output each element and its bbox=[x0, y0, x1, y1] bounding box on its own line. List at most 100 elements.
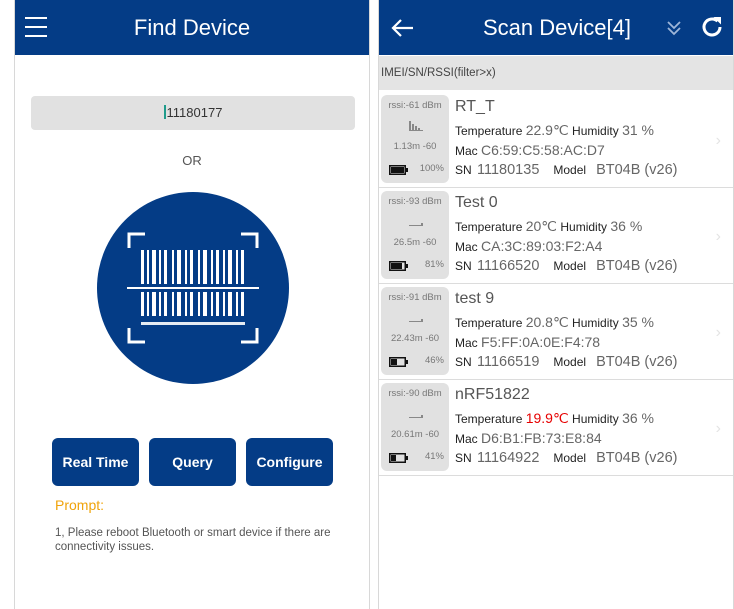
prompt-title: Prompt: bbox=[55, 497, 105, 513]
humidity-value: 36 % bbox=[622, 410, 654, 426]
temperature-humidity-line: Temperature 20.8℃ Humidity 35 % bbox=[455, 314, 654, 331]
battery-percent: 81% bbox=[424, 259, 444, 270]
rssi-value: rssi:-91 dBm bbox=[388, 292, 442, 303]
prompt-text: 1, Please reboot Bluetooth or smart devi… bbox=[55, 527, 331, 553]
text-cursor bbox=[163, 105, 166, 119]
rssi-value: rssi:-90 dBm bbox=[388, 388, 442, 399]
battery-icon bbox=[389, 453, 408, 463]
device-id-value: 11180177 bbox=[166, 105, 223, 120]
battery-percent: 46% bbox=[424, 355, 444, 366]
mac-line: Mac CA:3C:89:03:F2:A4 bbox=[455, 238, 602, 254]
sn-value: 11164922 bbox=[477, 450, 540, 466]
scan-device-screen: Scan Device[4] IMEI/SN/RSSI(filter>x) rs… bbox=[378, 0, 734, 609]
mac-line: Mac F5:FF:0A:0E:F4:78 bbox=[455, 334, 600, 350]
device-card[interactable]: rssi:-61 dBm 1.13m -60 100% RT_T Temperature… bbox=[379, 92, 733, 188]
signal-info-box: rssi:-93 dBm 26.5m -60 81% bbox=[381, 191, 449, 279]
query-button[interactable]: Query bbox=[149, 438, 236, 486]
sn-value: 11166520 bbox=[477, 258, 540, 274]
temperature-humidity-line: Temperature 19.9℃ Humidity 36 % bbox=[455, 410, 654, 427]
signal-info-box: rssi:-61 dBm 1.13m -60 100% bbox=[381, 95, 449, 183]
distance-value: 20.61m -60 bbox=[390, 429, 440, 440]
humidity-label: Humidity bbox=[560, 220, 608, 234]
scan-barcode-button[interactable] bbox=[97, 192, 289, 384]
distance-value: 26.5m -60 bbox=[393, 237, 437, 248]
battery-percent: 41% bbox=[424, 451, 444, 462]
humidity-value: 35 % bbox=[622, 314, 654, 330]
mac-label: Mac bbox=[455, 336, 478, 350]
device-name: RT_T bbox=[455, 98, 495, 115]
sn-label: SN bbox=[455, 163, 472, 177]
mac-value: F5:FF:0A:0E:F4:78 bbox=[481, 334, 601, 350]
weak-signal-icon bbox=[409, 319, 423, 322]
weak-signal-icon bbox=[409, 415, 423, 418]
temperature-humidity-line: Temperature 20℃ Humidity 36 % bbox=[455, 218, 642, 235]
model-label: Model bbox=[553, 451, 587, 465]
mac-line: Mac C6:59:C5:58:AC:D7 bbox=[455, 142, 605, 158]
sn-model-line: SN 11180135 Model BT04B (v26) bbox=[455, 162, 677, 178]
temperature-label: Temperature bbox=[455, 412, 523, 426]
model-value: BT04B (v26) bbox=[596, 354, 678, 370]
mac-label: Mac bbox=[455, 144, 478, 158]
sn-model-line: SN 11166520 Model BT04B (v26) bbox=[455, 258, 677, 274]
double-chevron-down-icon[interactable] bbox=[665, 18, 683, 38]
humidity-value: 36 % bbox=[610, 218, 643, 234]
model-label: Model bbox=[553, 259, 587, 273]
mac-label: Mac bbox=[455, 240, 478, 254]
mac-value: D6:B1:FB:73:E8:84 bbox=[481, 430, 602, 446]
battery-icon bbox=[389, 165, 408, 175]
chevron-right-icon: › bbox=[715, 420, 721, 437]
rssi-value: rssi:-61 dBm bbox=[388, 100, 442, 111]
mac-label: Mac bbox=[455, 432, 478, 446]
barcode-scan-icon bbox=[127, 232, 259, 344]
weak-signal-icon bbox=[409, 223, 423, 226]
find-device-app-bar: Find Device bbox=[15, 0, 369, 55]
model-value: BT04B (v26) bbox=[596, 450, 678, 466]
temperature-label: Temperature bbox=[455, 316, 523, 330]
device-name: Test 0 bbox=[455, 194, 498, 211]
signal-info-box: rssi:-91 dBm 22.43m -60 46% bbox=[381, 287, 449, 375]
device-card[interactable]: rssi:-91 dBm 22.43m -60 46% test 9 Temperatu… bbox=[379, 284, 733, 380]
temperature-label: Temperature bbox=[455, 220, 523, 234]
mac-value: C6:59:C5:58:AC:D7 bbox=[481, 142, 605, 158]
sn-value: 11180135 bbox=[477, 162, 540, 178]
device-card[interactable]: rssi:-90 dBm 20.61m -60 41% nRF51822 Tempera… bbox=[379, 380, 733, 476]
rssi-value: rssi:-93 dBm bbox=[388, 196, 442, 207]
real-time-button[interactable]: Real Time bbox=[52, 438, 139, 486]
device-card[interactable]: rssi:-93 dBm 26.5m -60 81% Test 0 Temperatur… bbox=[379, 188, 733, 284]
temperature-label: Temperature bbox=[455, 124, 523, 138]
humidity-value: 31 % bbox=[622, 122, 654, 138]
find-device-title: Find Device bbox=[133, 15, 251, 40]
model-label: Model bbox=[553, 355, 587, 369]
distance-value: 1.13m -60 bbox=[393, 141, 437, 152]
battery-icon bbox=[389, 261, 408, 271]
temperature-value: 22.9℃ bbox=[525, 122, 569, 138]
or-label: OR bbox=[182, 153, 202, 168]
device-name: test 9 bbox=[455, 290, 495, 307]
model-label: Model bbox=[553, 163, 587, 177]
temperature-value: 20℃ bbox=[525, 218, 558, 234]
battery-icon bbox=[389, 357, 408, 367]
temperature-value: 20.8℃ bbox=[525, 314, 569, 330]
find-device-screen: Find Device 11180177 OR Real Time Query … bbox=[14, 0, 370, 609]
sn-model-line: SN 11166519 Model BT04B (v26) bbox=[455, 354, 677, 370]
distance-value: 22.43m -60 bbox=[390, 333, 440, 344]
scan-device-app-bar: Scan Device[4] bbox=[379, 0, 733, 55]
signal-strength-icon bbox=[409, 121, 423, 131]
humidity-label: Humidity bbox=[572, 316, 619, 330]
chevron-right-icon: › bbox=[715, 132, 721, 149]
back-arrow-icon[interactable] bbox=[389, 14, 417, 42]
chevron-right-icon: › bbox=[715, 324, 721, 341]
device-id-input[interactable]: 11180177 bbox=[31, 96, 355, 130]
sn-label: SN bbox=[455, 259, 472, 273]
filter-input[interactable]: IMEI/SN/RSSI(filter>x) bbox=[379, 56, 733, 90]
configure-button[interactable]: Configure bbox=[246, 438, 333, 486]
refresh-icon[interactable] bbox=[699, 14, 725, 40]
device-list: rssi:-61 dBm 1.13m -60 100% RT_T Temperature… bbox=[379, 92, 733, 476]
humidity-label: Humidity bbox=[572, 412, 619, 426]
mac-line: Mac D6:B1:FB:73:E8:84 bbox=[455, 430, 602, 446]
temperature-value: 19.9℃ bbox=[525, 410, 569, 426]
humidity-label: Humidity bbox=[572, 124, 619, 138]
battery-percent: 100% bbox=[419, 163, 444, 174]
sn-value: 11166519 bbox=[477, 354, 540, 370]
temperature-humidity-line: Temperature 22.9℃ Humidity 31 % bbox=[455, 122, 654, 139]
